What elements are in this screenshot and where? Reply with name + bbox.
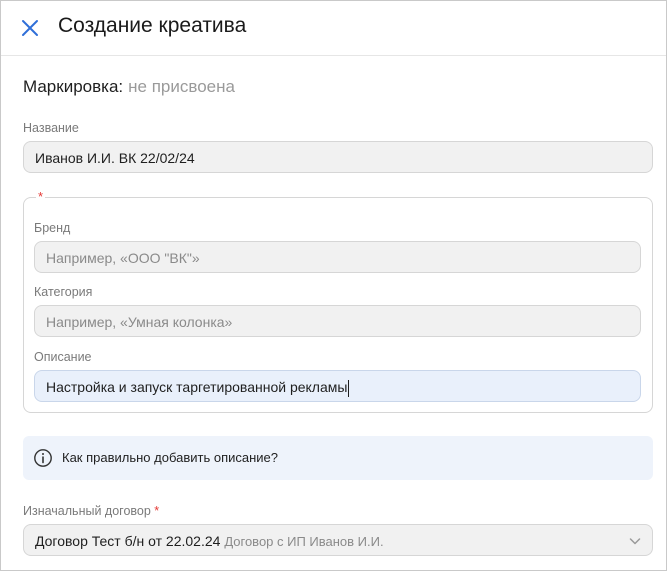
brand-label: Бренд: [34, 221, 71, 235]
text-caret: [348, 379, 350, 397]
chevron-down-icon[interactable]: [628, 534, 642, 548]
close-icon: [22, 20, 38, 36]
brand-input[interactable]: Например, «ООО "ВК"»: [34, 241, 641, 273]
dialog-header: Создание креатива: [1, 1, 666, 56]
info-link[interactable]: Как правильно добавить описание?: [62, 450, 278, 465]
info-banner[interactable]: Как правильно добавить описание?: [23, 436, 653, 480]
contract-required-mark: *: [154, 504, 160, 518]
creative-dialog: Создание креатива Маркировка: не присвоен…: [0, 0, 667, 571]
contract-select[interactable]: Договор Тест б/н от 22.02.24 Договор с И…: [23, 524, 653, 556]
description-input[interactable]: Настройка и запуск таргетированной рекла…: [34, 370, 641, 402]
description-label: Описание: [34, 350, 92, 364]
contract-subtext: Договор с ИП Иванов И.И.: [224, 534, 384, 549]
category-label: Категория: [34, 285, 93, 299]
close-button[interactable]: [17, 15, 43, 41]
name-label: Название: [23, 121, 79, 135]
category-input[interactable]: Например, «Умная колонка»: [34, 305, 641, 337]
marking-label: Маркировка:: [23, 77, 124, 96]
name-value: Иванов И.И. ВК 22/02/24: [35, 150, 195, 166]
marking-status: Маркировка: не присвоена: [23, 77, 235, 97]
group-required-mark: *: [36, 189, 46, 204]
category-placeholder: Например, «Умная колонка»: [46, 314, 233, 330]
contract-value: Договор Тест б/н от 22.02.24: [35, 533, 221, 549]
contract-label-text: Изначальный договор: [23, 504, 151, 518]
page-title: Создание креатива: [58, 14, 247, 37]
marking-value: не присвоена: [128, 77, 235, 96]
info-icon: [34, 449, 52, 467]
description-value: Настройка и запуск таргетированной рекла…: [46, 379, 348, 395]
contract-label: Изначальный договор *: [23, 504, 159, 518]
name-input[interactable]: Иванов И.И. ВК 22/02/24: [23, 141, 653, 173]
brand-placeholder: Например, «ООО "ВК"»: [46, 250, 200, 266]
